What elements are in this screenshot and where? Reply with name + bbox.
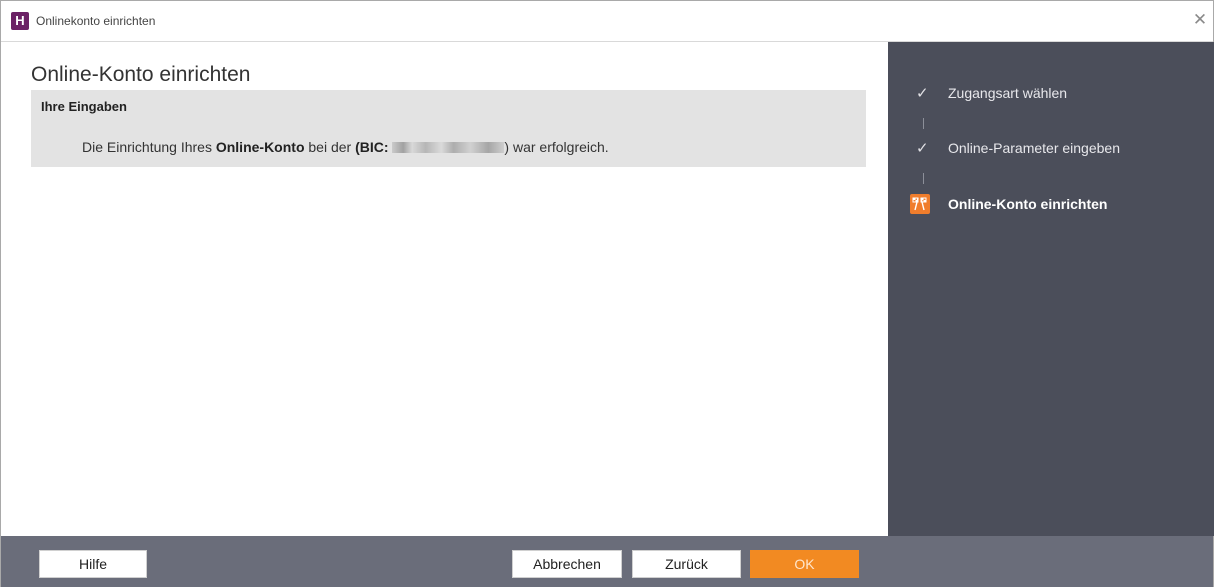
close-icon[interactable]: ✕: [1189, 9, 1211, 31]
step-online-parameters: ✓ Online-Parameter eingeben: [916, 139, 1120, 161]
help-button[interactable]: Hilfe: [39, 550, 147, 578]
step-label: Zugangsart wählen: [948, 85, 1068, 101]
dialog-window: H Onlinekonto einrichten ✕ Online-Konto …: [0, 0, 1214, 587]
message-prefix: Die Einrichtung Ihres: [82, 139, 216, 155]
main-content: Online-Konto einrichten Ihre Eingaben Di…: [1, 42, 888, 536]
redacted-bic: [392, 142, 505, 153]
checkmark-icon: ✓: [916, 140, 929, 157]
checkered-flag-icon: [910, 194, 930, 214]
message-suffix: ) war erfolgreich.: [504, 139, 609, 155]
step-connector: [923, 173, 924, 184]
app-logo-icon: H: [11, 12, 29, 30]
wizard-steps-panel: ✓ Zugangsart wählen ✓ Online-Parameter ein…: [888, 42, 1214, 536]
step-access-type: ✓ Zugangsart wählen: [916, 84, 1067, 106]
page-title: Online-Konto einrichten: [31, 63, 251, 86]
step-label: Online-Parameter eingeben: [948, 140, 1120, 156]
step-connector: [923, 118, 924, 129]
back-button[interactable]: Zurück: [632, 550, 741, 578]
message-account-type: Online-Konto: [215, 139, 305, 155]
cancel-button[interactable]: Abbrechen: [512, 550, 622, 578]
step-label: Online-Konto einrichten: [948, 196, 1108, 212]
success-message: Die Einrichtung Ihres Online-Konto bei d…: [82, 139, 609, 155]
window-title: Onlinekonto einrichten: [36, 14, 156, 28]
inputs-summary-panel: Ihre Eingaben Die Einrichtung Ihres Onli…: [31, 90, 866, 167]
message-middle: bei der: [304, 139, 356, 155]
checkmark-icon: ✓: [916, 85, 929, 102]
panel-title: Ihre Eingaben: [41, 99, 127, 114]
title-bar: H Onlinekonto einrichten ✕: [1, 1, 1213, 42]
message-bic-label: (BIC:: [355, 139, 393, 155]
ok-button[interactable]: OK: [750, 550, 859, 578]
button-bar: Hilfe Abbrechen Zurück OK: [1, 536, 1213, 587]
